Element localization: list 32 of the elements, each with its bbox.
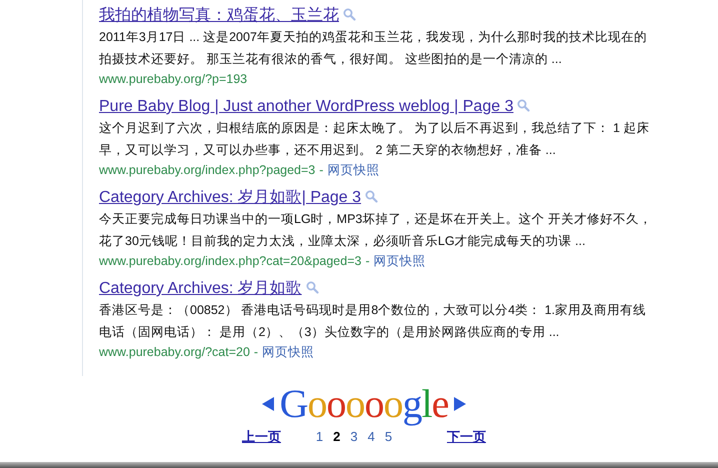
search-icon[interactable] [365,190,378,203]
result-title-link[interactable]: Category Archives: 岁月如歌 [99,280,302,297]
page-number-link[interactable]: 3 [350,428,358,446]
cached-link[interactable]: 网页快照 [262,345,314,359]
previous-page-link[interactable]: 上一页 [242,428,281,446]
result-snippet: 这个月迟到了六次，归根结底的原因是：起床太晚了。 为了以后不再迟到，我总结了下： 1 起床早，又可以学习，又可以办些事，还不用迟到。 2 第二天穿的衣物想好，准备 ... [99,120,650,159]
page-number-link[interactable]: 5 [384,428,392,446]
result-url: www.purebaby.org/?p=193 [99,72,248,86]
result-url: www.purebaby.org/index.php?cat=20&paged=3 [99,254,362,268]
search-icon[interactable] [306,281,319,294]
result-title-link[interactable]: Category Archives: 岁月如歌| Page 3 [99,189,362,206]
result-title-link[interactable]: 我拍的植物写真：鸡蛋花、玉兰花 [99,7,339,24]
page-number-link[interactable]: 2 [333,428,340,446]
result-title-link[interactable]: Pure Baby Blog | Just another WordPress weblog | Page 3 [99,98,514,115]
result-url: www.purebaby.org/?cat=20 [99,345,250,359]
logo: Gooooogle [280,382,448,426]
search-icon[interactable] [343,8,356,21]
separator: - [365,254,370,268]
result-snippet: 今天正要完成每日功课当中的一项LG时，MP3坏掉了，还是坏在开关上。这个 开关才修好不久，花了30元钱呢！目前我的定力太浅，业障太深，必须听音乐LG才能完成每天的功课 ... [99,211,653,250]
separator: - [319,163,324,177]
result-snippet: 香港区号是：（00852） 香港电话号码现时是用8个数位的，大致可以分4类： 1.家用及商用有线电话（固网电话）： 是用（2）、（3）头位数字的（是用於网路供应商的专用 ... [99,302,648,341]
page-number-link[interactable]: 4 [368,428,375,446]
next-page-link[interactable]: 下一页 [446,428,486,446]
separator: - [254,345,258,359]
result-snippet: 2011年3月17日 ... 这是2007年夏天拍的鸡蛋花和玉兰花，我发现，为什么那时我的技术比现在的拍摄技术还要好。 那玉兰花有很浓的香气，很好闻。 这些图拍的是一个清凉的 ... [99,29,648,68]
cached-link[interactable]: 网页快照 [327,163,380,177]
cached-link[interactable]: 网页快照 [374,254,426,268]
page-number-link[interactable]: 1 [316,428,324,446]
next-arrow-icon[interactable] [452,396,468,412]
previous-arrow-icon[interactable] [260,396,276,412]
result-url: www.purebaby.org/index.php?paged=3 [99,163,316,177]
search-icon[interactable] [517,99,530,112]
